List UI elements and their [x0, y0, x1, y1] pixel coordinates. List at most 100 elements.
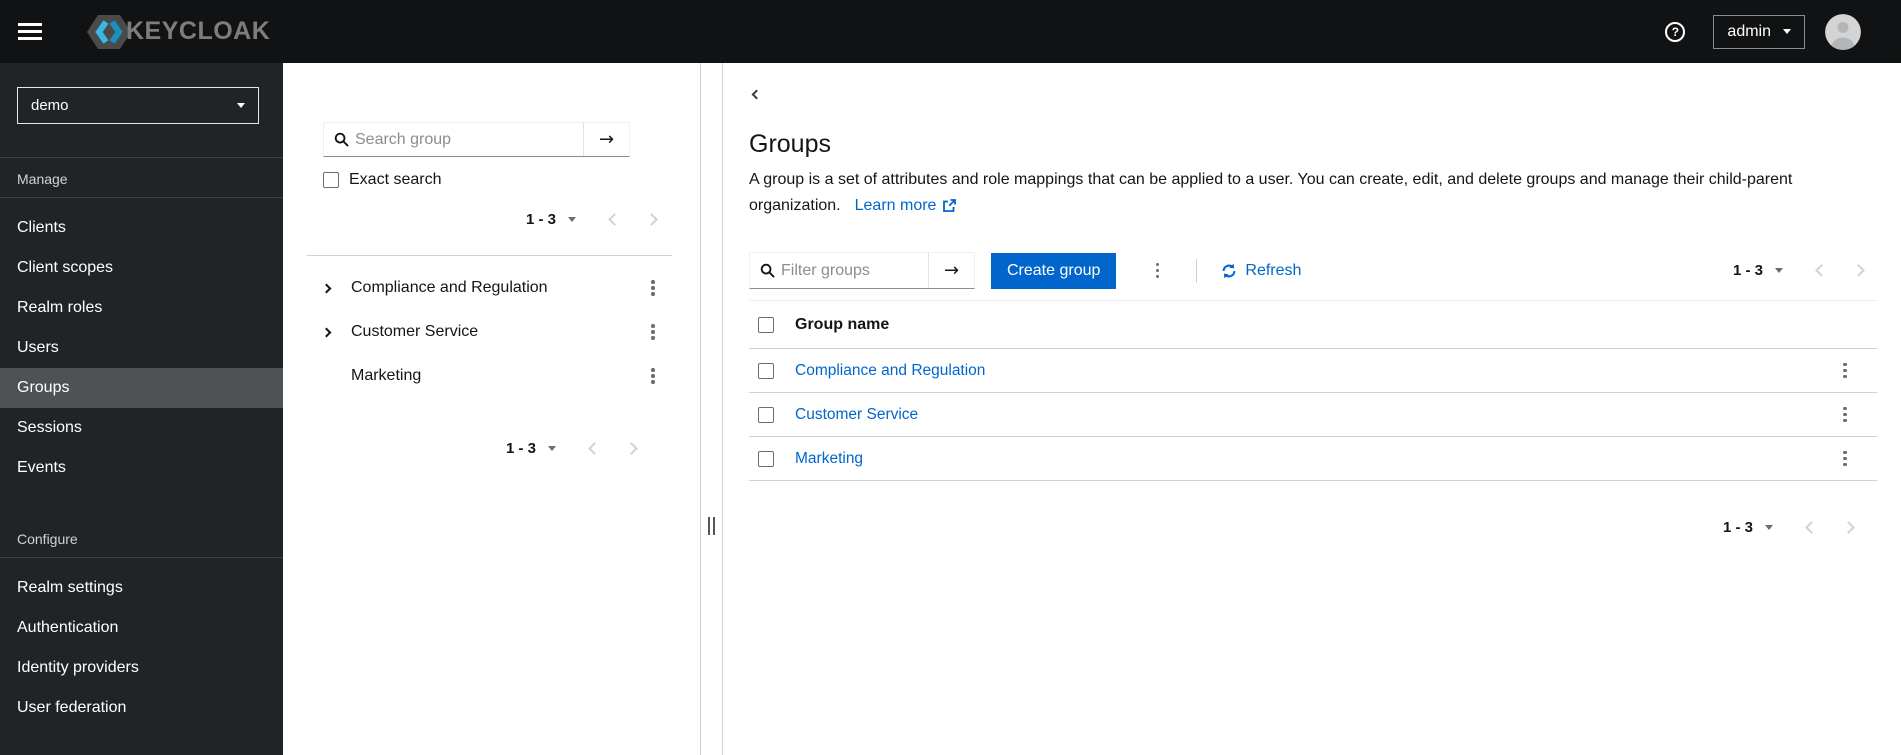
kebab-icon: [1155, 268, 1160, 273]
tree-item-expand-button[interactable]: [321, 327, 351, 337]
group-link[interactable]: Compliance and Regulation: [795, 362, 985, 380]
pagination-range: 1 - 3: [1732, 262, 1763, 279]
row-checkbox[interactable]: [758, 406, 774, 423]
groups-toolbar: Create group Refresh 1 - 3: [749, 252, 1877, 289]
chevron-right-icon: [1842, 520, 1855, 534]
chevron-down-icon: [1783, 29, 1791, 34]
tree-item: Marketing: [323, 354, 672, 398]
kebab-icon: [651, 286, 655, 290]
realm-selector[interactable]: demo: [17, 87, 259, 124]
tree-pagination-bottom-prev-button[interactable]: [576, 441, 613, 455]
chevron-down-icon: [1775, 268, 1783, 273]
sidebar-item-clients[interactable]: Clients: [0, 208, 283, 248]
row-kebab-button[interactable]: [1830, 400, 1860, 430]
tree-item-kebab-button[interactable]: [638, 361, 668, 391]
table-row: Compliance and Regulation: [749, 349, 1877, 393]
tree-pagination-bottom-next-button[interactable]: [613, 441, 650, 455]
help-button[interactable]: [1661, 18, 1689, 46]
exact-search-checkbox[interactable]: [323, 172, 339, 188]
pagination-nav: [1793, 520, 1867, 534]
keycloak-logo: KEYCLOAK: [86, 12, 270, 52]
sidebar-toggle-button[interactable]: [18, 12, 58, 52]
sidebar-item-client-scopes[interactable]: Client scopes: [0, 248, 283, 288]
table-header-row: Group name: [749, 301, 1877, 349]
group-search-input[interactable]: [355, 130, 583, 149]
kebab-icon: [651, 330, 655, 334]
row-kebab-button[interactable]: [1830, 444, 1860, 474]
brand-text: KEYCLOAK: [126, 17, 271, 45]
filter-groups-submit-button[interactable]: [928, 253, 974, 288]
select-all-checkbox[interactable]: [758, 316, 774, 333]
learn-more-link[interactable]: Learn more: [855, 193, 957, 219]
tree-item-label[interactable]: Compliance and Regulation: [351, 279, 548, 297]
tree-pagination-prev-button[interactable]: [596, 212, 633, 226]
sync-icon: [1222, 263, 1236, 278]
groups-pagination-next-button[interactable]: [1840, 264, 1877, 277]
groups-pagination-bottom-next-button[interactable]: [1830, 520, 1867, 534]
hamburger-icon: [18, 30, 42, 33]
pagination-range: 1 - 3: [1722, 518, 1753, 536]
tree-item-label[interactable]: Customer Service: [351, 323, 478, 341]
filter-groups-input[interactable]: [781, 261, 928, 280]
sidebar-item-sessions[interactable]: Sessions: [0, 408, 283, 448]
sidebar-item-events[interactable]: Events: [0, 448, 283, 488]
arrow-right-icon: [599, 131, 614, 149]
refresh-label: Refresh: [1245, 261, 1302, 279]
tree-item-expand-button[interactable]: [321, 283, 351, 293]
filter-groups-box: [750, 253, 928, 288]
tree-item-label[interactable]: Marketing: [351, 367, 421, 385]
arrow-right-icon: [944, 262, 959, 280]
chevron-left-icon: [1805, 520, 1818, 534]
groups-pagination-prev-button[interactable]: [1803, 264, 1840, 277]
tree-pagination-next-button[interactable]: [633, 212, 670, 226]
groups-pagination-bottom-menu-toggle[interactable]: 1 - 3: [1715, 519, 1781, 536]
sidebar-item-groups[interactable]: Groups: [0, 368, 283, 408]
row-checkbox[interactable]: [758, 362, 774, 379]
groups-tree-panel: Exact search 1 - 3 Compliance and Regula…: [283, 63, 701, 755]
pagination-nav: [596, 212, 670, 226]
groups-pagination-bottom: 1 - 3: [749, 509, 1877, 545]
user-menu-dropdown[interactable]: admin: [1713, 14, 1805, 49]
group-search-submit-button[interactable]: [583, 123, 629, 156]
realm-selector-value: demo: [31, 97, 69, 114]
keycloak-admin-console: KEYCLOAK admin demo: [0, 0, 1901, 755]
chevron-right-icon: [321, 283, 332, 293]
chevron-down-icon: [1765, 524, 1773, 530]
tree-item-kebab-button[interactable]: [638, 273, 668, 303]
page-body: demo Manage Clients Client scopes Realm …: [0, 63, 1901, 755]
sidebar-item-identity-providers[interactable]: Identity providers: [0, 648, 283, 688]
sidebar-item-authentication[interactable]: Authentication: [0, 608, 283, 648]
group-link[interactable]: Marketing: [795, 450, 863, 468]
collapse-drawer-button[interactable]: [749, 89, 764, 100]
pagination-range: 1 - 3: [525, 210, 556, 228]
kebab-icon: [1843, 412, 1847, 417]
chevron-left-icon: [588, 441, 601, 455]
toolbar-kebab-button[interactable]: [1142, 256, 1172, 286]
search-icon: [760, 263, 775, 278]
sidebar-item-realm-roles[interactable]: Realm roles: [0, 288, 283, 328]
exact-search-label: Exact search: [349, 171, 442, 188]
sidebar-item-users[interactable]: Users: [0, 328, 283, 368]
create-group-button[interactable]: Create group: [991, 252, 1117, 289]
panel-resize-handle[interactable]: [701, 63, 722, 755]
sidebar-item-user-federation[interactable]: User federation: [0, 688, 283, 728]
chevron-left-icon: [1815, 264, 1828, 277]
refresh-button[interactable]: Refresh: [1221, 262, 1301, 280]
nav-section-configure: Configure Realm settings Authentication …: [0, 518, 283, 728]
tree-pagination-menu-toggle[interactable]: 1 - 3: [518, 211, 584, 228]
nav-list-manage: Clients Client scopes Realm roles Users …: [0, 198, 283, 488]
sidebar-item-realm-settings[interactable]: Realm settings: [0, 568, 283, 608]
masthead-actions: admin: [1661, 13, 1861, 50]
group-link[interactable]: Customer Service: [795, 406, 918, 424]
groups-pagination-bottom-prev-button[interactable]: [1793, 520, 1830, 534]
table-row: Customer Service: [749, 393, 1877, 437]
page-description: A group is a set of attributes and role …: [749, 167, 1859, 219]
groups-pagination-menu-toggle[interactable]: 1 - 3: [1725, 262, 1791, 279]
groups-tree: Compliance and Regulation Customer Servi…: [321, 266, 672, 398]
help-icon: [1665, 21, 1686, 42]
row-kebab-button[interactable]: [1830, 356, 1860, 386]
groups-main-panel: Groups A group is a set of attributes an…: [722, 63, 1901, 755]
tree-pagination-bottom-menu-toggle[interactable]: 1 - 3: [498, 440, 564, 457]
tree-item-kebab-button[interactable]: [638, 317, 668, 347]
row-checkbox[interactable]: [758, 450, 774, 467]
